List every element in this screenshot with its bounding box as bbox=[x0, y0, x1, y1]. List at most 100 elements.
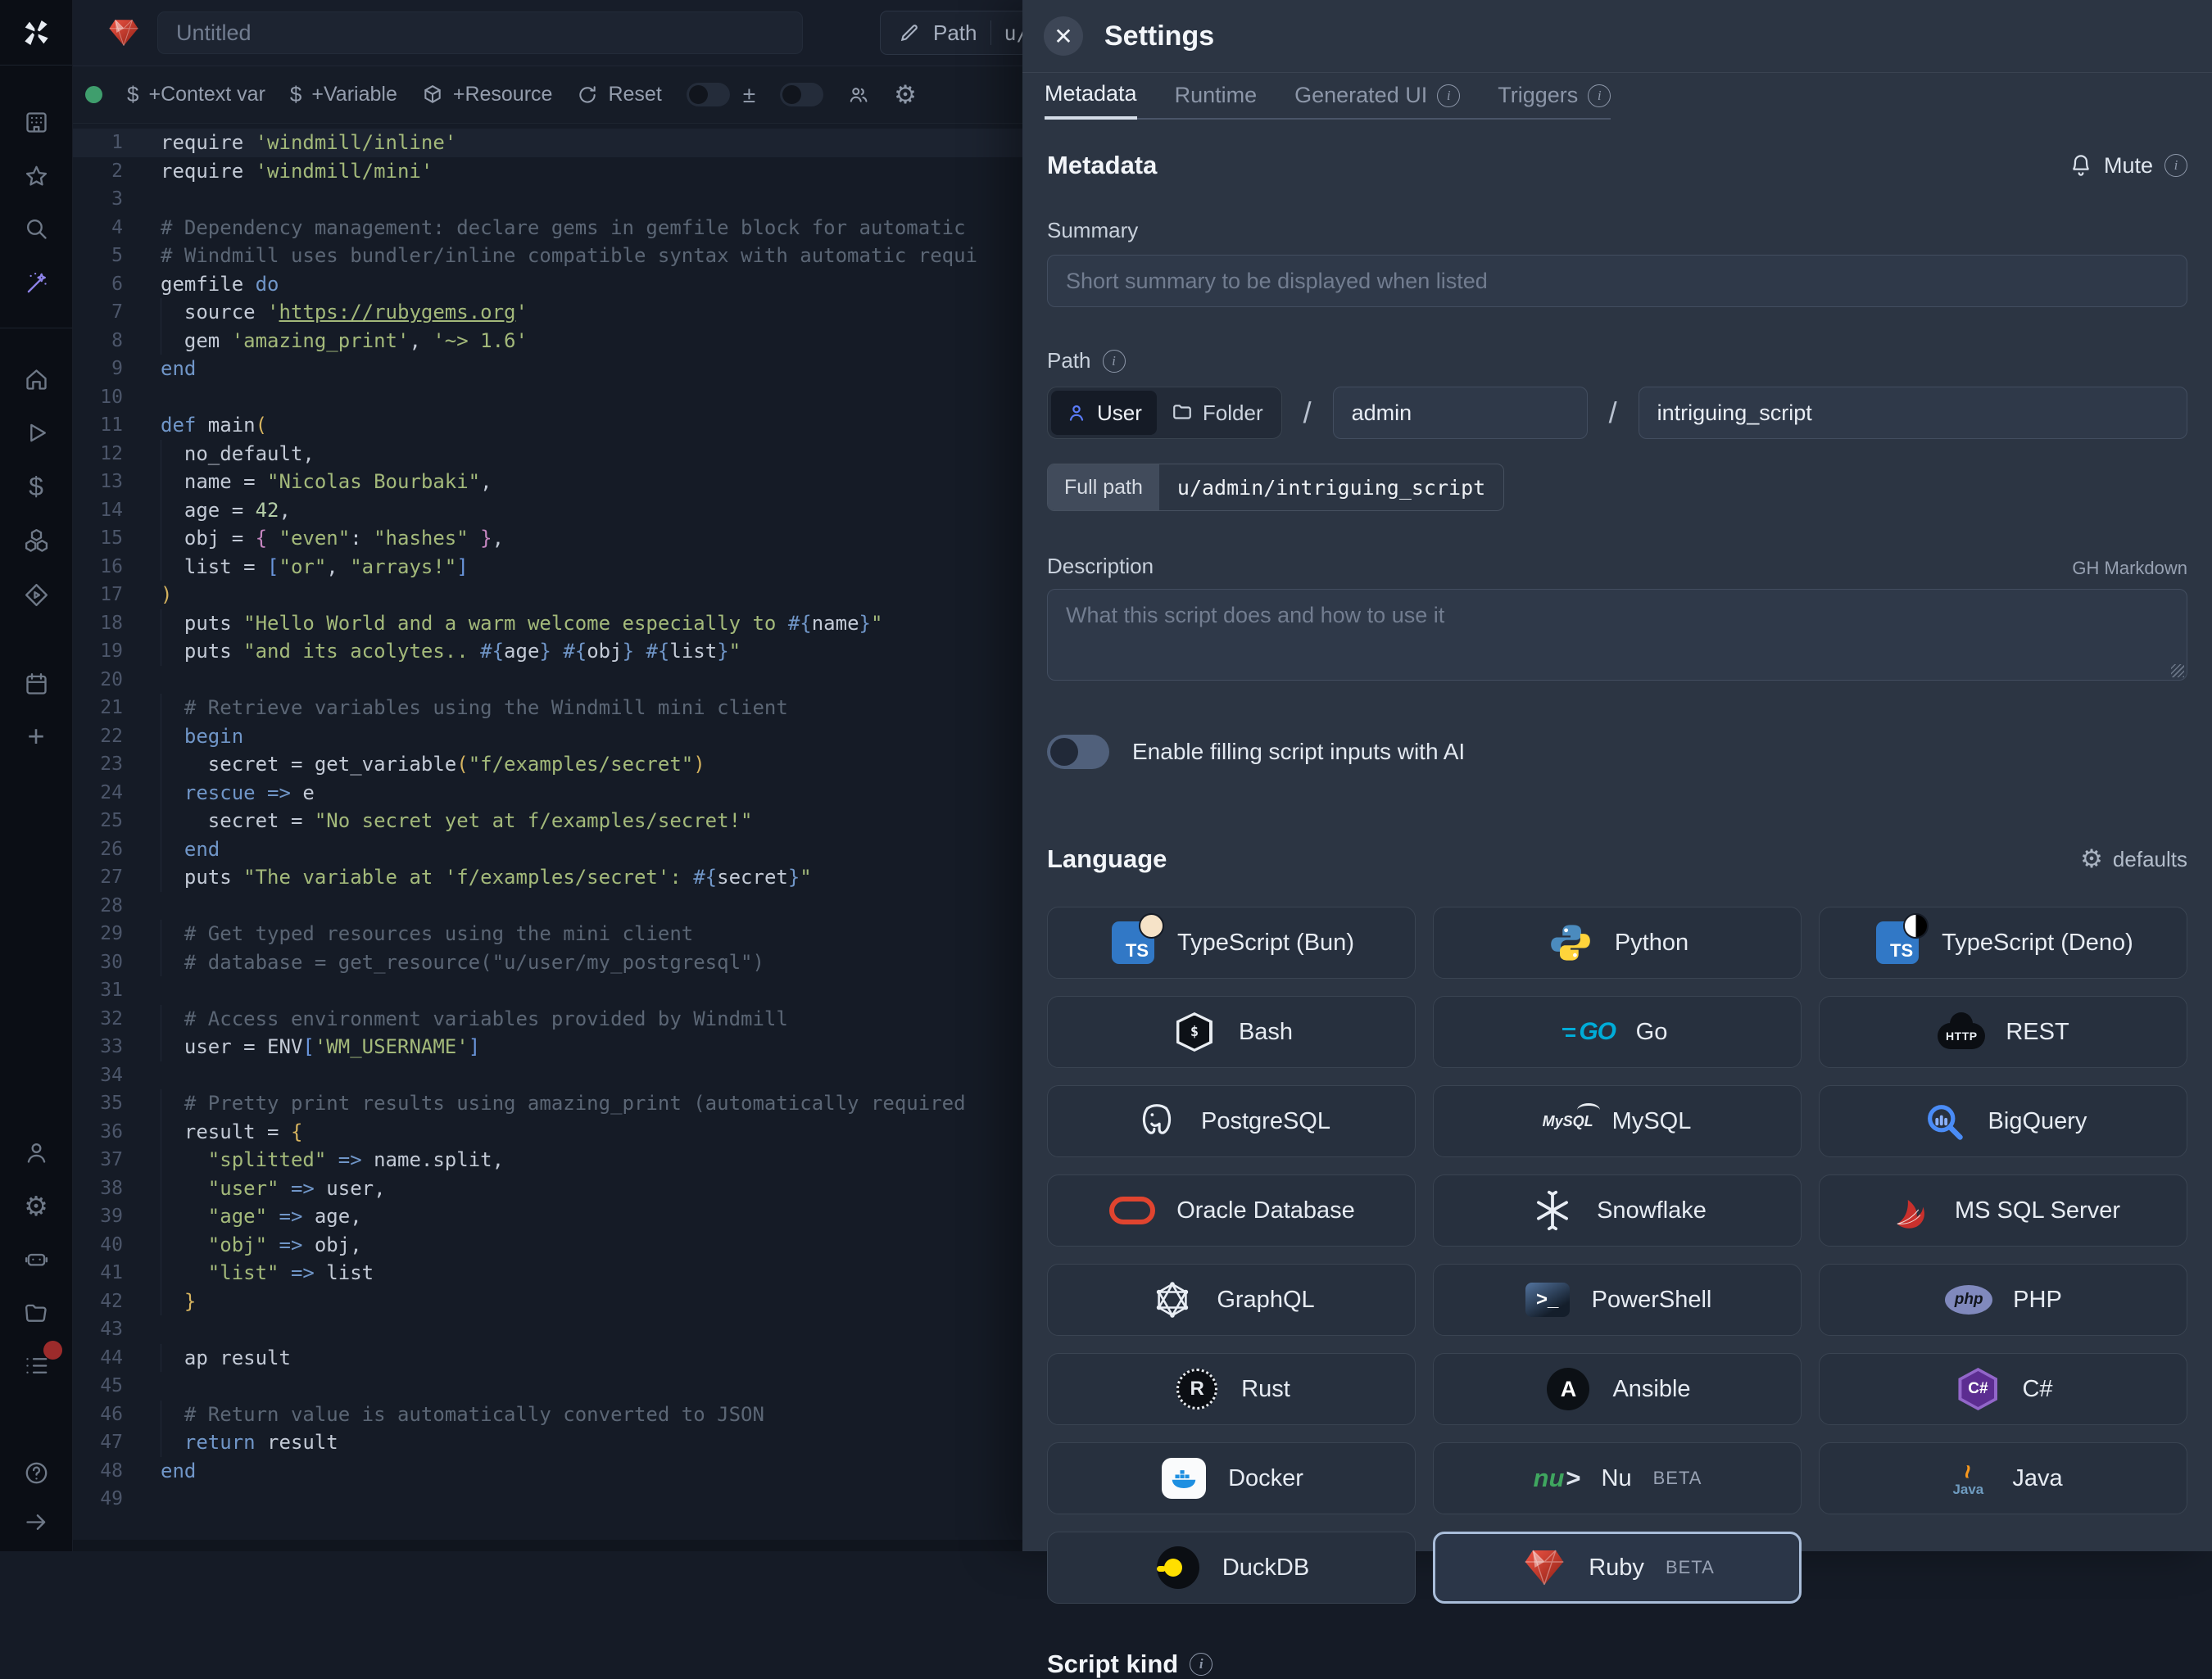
add-resource-button[interactable]: +Resource bbox=[422, 83, 553, 106]
multiplayer-toggle[interactable] bbox=[780, 83, 823, 106]
line-number: 37 bbox=[72, 1149, 123, 1170]
language-label: PostgreSQL bbox=[1201, 1108, 1330, 1135]
reset-button[interactable]: Reset bbox=[577, 83, 661, 106]
ruby-icon bbox=[1520, 1545, 1569, 1591]
language-card-duckdb[interactable]: DuckDB bbox=[1047, 1532, 1416, 1604]
variables-icon[interactable]: $ bbox=[20, 470, 52, 503]
language-card-snowflake[interactable]: Snowflake bbox=[1433, 1174, 1802, 1247]
editor-settings-gear-icon[interactable]: ⚙ bbox=[894, 80, 917, 110]
line-number: 31 bbox=[72, 980, 123, 1001]
summary-input[interactable]: Short summary to be displayed when liste… bbox=[1047, 255, 2187, 307]
sidebar-divider bbox=[0, 65, 72, 66]
language-card-ruby[interactable]: RubyBETA bbox=[1433, 1532, 1802, 1604]
help-icon[interactable] bbox=[20, 1456, 52, 1489]
mute-button[interactable]: Mute i bbox=[2069, 153, 2187, 179]
language-card-bash[interactable]: $Bash bbox=[1047, 996, 1416, 1068]
schedules-icon[interactable] bbox=[20, 578, 52, 611]
home-icon[interactable] bbox=[20, 363, 52, 396]
search-icon[interactable] bbox=[20, 212, 52, 245]
go-icon: GO bbox=[1567, 1018, 1616, 1046]
collapse-icon[interactable] bbox=[20, 1505, 52, 1538]
postgresql-icon bbox=[1132, 1101, 1181, 1142]
language-card-rust[interactable]: RRust bbox=[1047, 1353, 1416, 1425]
language-card-c[interactable]: C#C# bbox=[1819, 1353, 2187, 1425]
language-card-powershell[interactable]: >_PowerShell bbox=[1433, 1264, 1802, 1336]
language-card-mysql[interactable]: MySQLMySQL bbox=[1433, 1085, 1802, 1157]
owner-kind-user[interactable]: User bbox=[1051, 391, 1157, 435]
add-context-var-button[interactable]: $ +Context var bbox=[127, 82, 265, 107]
add-variable-label: +Variable bbox=[311, 83, 397, 106]
status-dot bbox=[85, 86, 102, 103]
windmill-logo-icon[interactable] bbox=[20, 16, 52, 49]
language-defaults-button[interactable]: ⚙ defaults bbox=[2080, 844, 2187, 874]
language-card-nu[interactable]: nu>NuBETA bbox=[1433, 1442, 1802, 1514]
language-card-php[interactable]: phpPHP bbox=[1819, 1264, 2187, 1336]
line-number: 36 bbox=[72, 1121, 123, 1143]
language-label: C# bbox=[2022, 1376, 2052, 1403]
diff-mode-toggle[interactable] bbox=[687, 83, 730, 106]
resize-grip-icon[interactable] bbox=[2171, 664, 2184, 677]
info-icon[interactable]: i bbox=[1437, 84, 1460, 107]
tab-label: Triggers bbox=[1498, 83, 1578, 108]
path-owner-input[interactable]: admin bbox=[1333, 387, 1588, 439]
info-icon[interactable]: i bbox=[1190, 1653, 1213, 1676]
add-icon[interactable]: + bbox=[20, 720, 52, 753]
info-icon[interactable]: i bbox=[1588, 84, 1611, 107]
line-number: 27 bbox=[72, 867, 123, 888]
owner-kind-folder[interactable]: Folder bbox=[1157, 391, 1278, 435]
notification-badge bbox=[43, 1341, 62, 1360]
language-card-typescript-bun[interactable]: TSTypeScript (Bun) bbox=[1047, 907, 1416, 979]
powershell-icon: >_ bbox=[1523, 1283, 1572, 1317]
language-card-java[interactable]: ~JavaJava bbox=[1819, 1442, 2187, 1514]
line-number: 19 bbox=[72, 640, 123, 662]
language-card-oracle-database[interactable]: Oracle Database bbox=[1047, 1174, 1416, 1247]
language-card-python[interactable]: Python bbox=[1433, 907, 1802, 979]
language-label: Ansible bbox=[1612, 1376, 1690, 1403]
language-card-ms-sql-server[interactable]: MS SQL Server bbox=[1819, 1174, 2187, 1247]
language-card-docker[interactable]: Docker bbox=[1047, 1442, 1416, 1514]
ai-fill-toggle[interactable] bbox=[1047, 735, 1109, 769]
language-card-bigquery[interactable]: BigQuery bbox=[1819, 1085, 2187, 1157]
settings-icon[interactable]: ⚙ bbox=[20, 1189, 52, 1222]
language-label: GraphQL bbox=[1217, 1287, 1314, 1314]
runs-icon[interactable] bbox=[20, 416, 52, 449]
path-name-input[interactable]: intriguing_script bbox=[1639, 387, 2187, 439]
tab-triggers[interactable]: Triggers i bbox=[1498, 73, 1611, 120]
path-label: Path i bbox=[1047, 348, 2187, 373]
ai-wand-icon[interactable] bbox=[20, 267, 52, 300]
workers-icon[interactable] bbox=[20, 1242, 52, 1275]
script-title-input[interactable]: Untitled bbox=[157, 11, 803, 54]
user-icon[interactable] bbox=[20, 1136, 52, 1169]
line-number: 16 bbox=[72, 556, 123, 577]
language-card-ansible[interactable]: AAnsible bbox=[1433, 1353, 1802, 1425]
tab-metadata[interactable]: Metadata bbox=[1045, 73, 1137, 120]
language-card-rest[interactable]: HTTPREST bbox=[1819, 996, 2187, 1068]
logs-icon[interactable] bbox=[20, 1349, 52, 1382]
folders-icon[interactable] bbox=[20, 1297, 52, 1329]
line-number: 45 bbox=[72, 1375, 123, 1396]
add-variable-button[interactable]: $ +Variable bbox=[290, 82, 397, 107]
info-icon[interactable]: i bbox=[1103, 350, 1126, 373]
language-card-typescript-deno[interactable]: TSTypeScript (Deno) bbox=[1819, 907, 2187, 979]
language-card-postgresql[interactable]: PostgreSQL bbox=[1047, 1085, 1416, 1157]
language-label: Snowflake bbox=[1597, 1197, 1707, 1224]
resources-icon[interactable] bbox=[20, 523, 52, 556]
line-number: 2 bbox=[72, 161, 123, 182]
description-textarea[interactable]: What this script does and how to use it bbox=[1047, 589, 2187, 681]
tab-runtime[interactable]: Runtime bbox=[1175, 73, 1258, 120]
language-card-go[interactable]: GOGo bbox=[1433, 996, 1802, 1068]
dollar-icon: $ bbox=[127, 82, 138, 107]
calendar-icon[interactable] bbox=[20, 668, 52, 700]
gh-markdown-hint: GH Markdown bbox=[2072, 558, 2187, 579]
favorites-icon[interactable] bbox=[20, 160, 52, 192]
workspace-icon[interactable] bbox=[20, 106, 52, 138]
gear-icon: ⚙ bbox=[2080, 844, 2103, 874]
line-number: 41 bbox=[72, 1262, 123, 1283]
language-card-graphql[interactable]: GraphQL bbox=[1047, 1264, 1416, 1336]
language-label: PHP bbox=[2013, 1287, 2062, 1314]
tab-generated-ui[interactable]: Generated UIi bbox=[1294, 73, 1460, 120]
language-label: DuckDB bbox=[1222, 1555, 1309, 1582]
mute-label: Mute bbox=[2104, 153, 2153, 179]
close-icon[interactable]: ✕ bbox=[1044, 16, 1083, 56]
info-icon[interactable]: i bbox=[2164, 154, 2187, 177]
